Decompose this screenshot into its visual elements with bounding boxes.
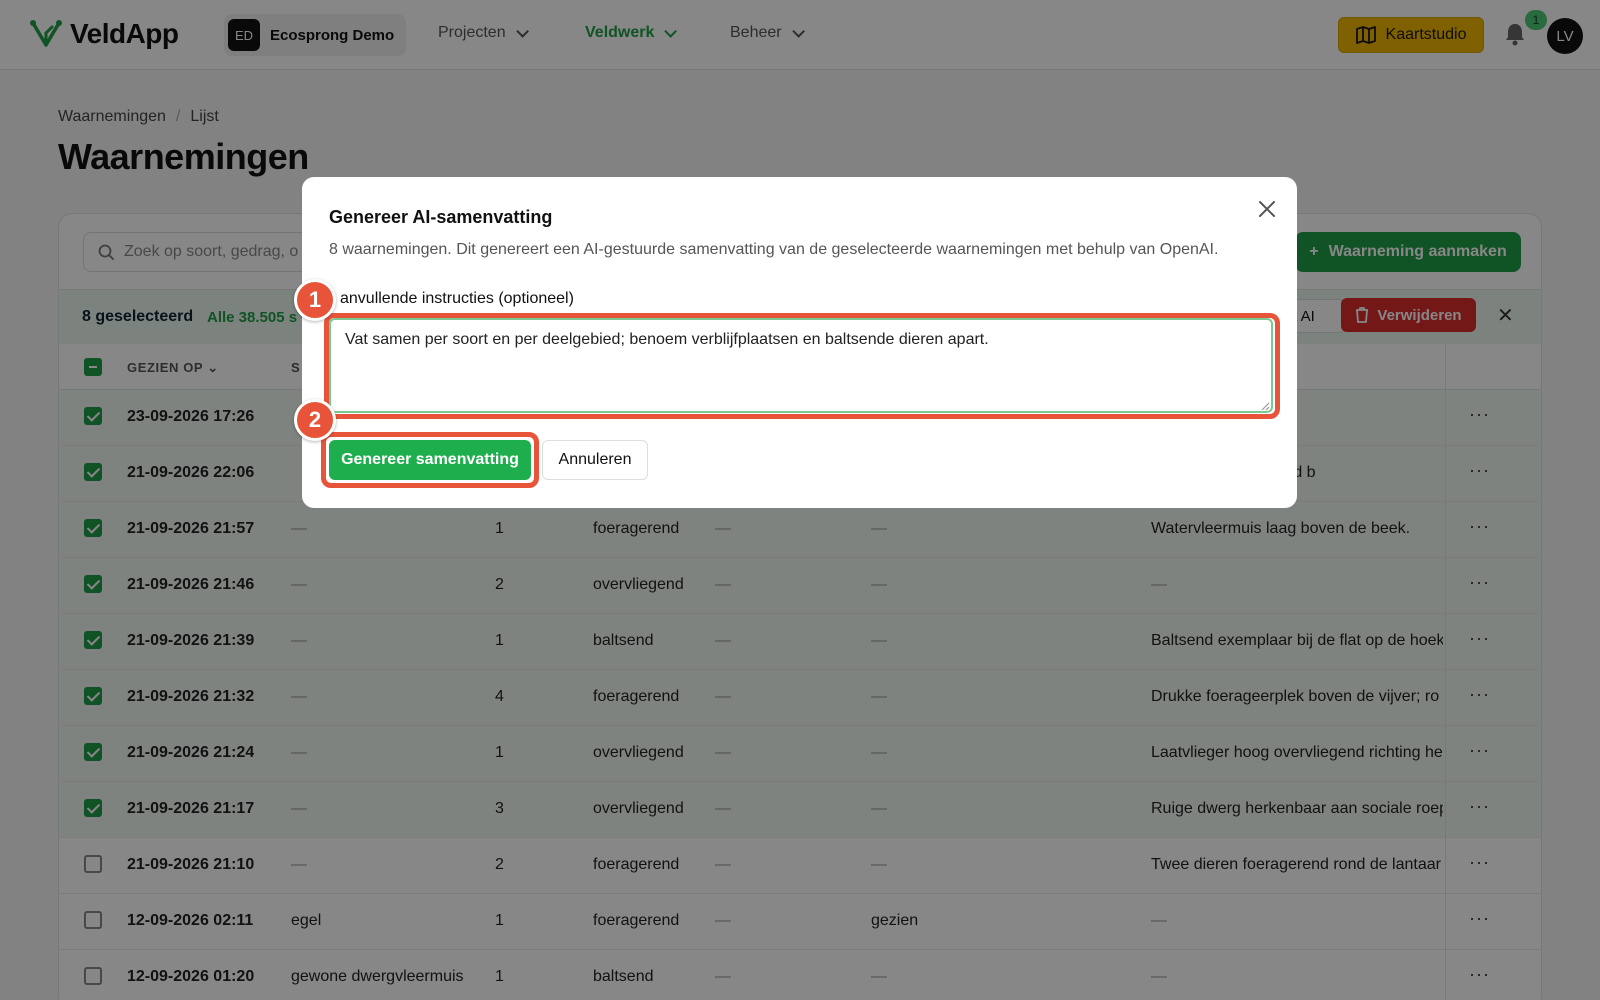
resize-handle-icon[interactable] (1260, 401, 1270, 411)
instructions-label: anvullende instructies (optioneel) (340, 290, 574, 307)
ai-summary-dialog: Genereer AI-samenvatting 8 waarnemingen.… (294, 177, 1297, 508)
generate-summary-button[interactable]: Genereer samenvatting (329, 440, 531, 480)
instructions-textarea[interactable]: Vat samen per soort en per deelgebied; b… (329, 318, 1273, 413)
dialog-description: 8 waarnemingen. Dit genereert een AI-ges… (329, 241, 1219, 258)
step-marker-1: 1 (294, 279, 336, 321)
dialog-title: Genereer AI-samenvatting (329, 207, 553, 227)
cancel-button[interactable]: Annuleren (542, 440, 648, 480)
close-icon[interactable] (1255, 197, 1279, 221)
step-marker-2: 2 (294, 399, 336, 441)
